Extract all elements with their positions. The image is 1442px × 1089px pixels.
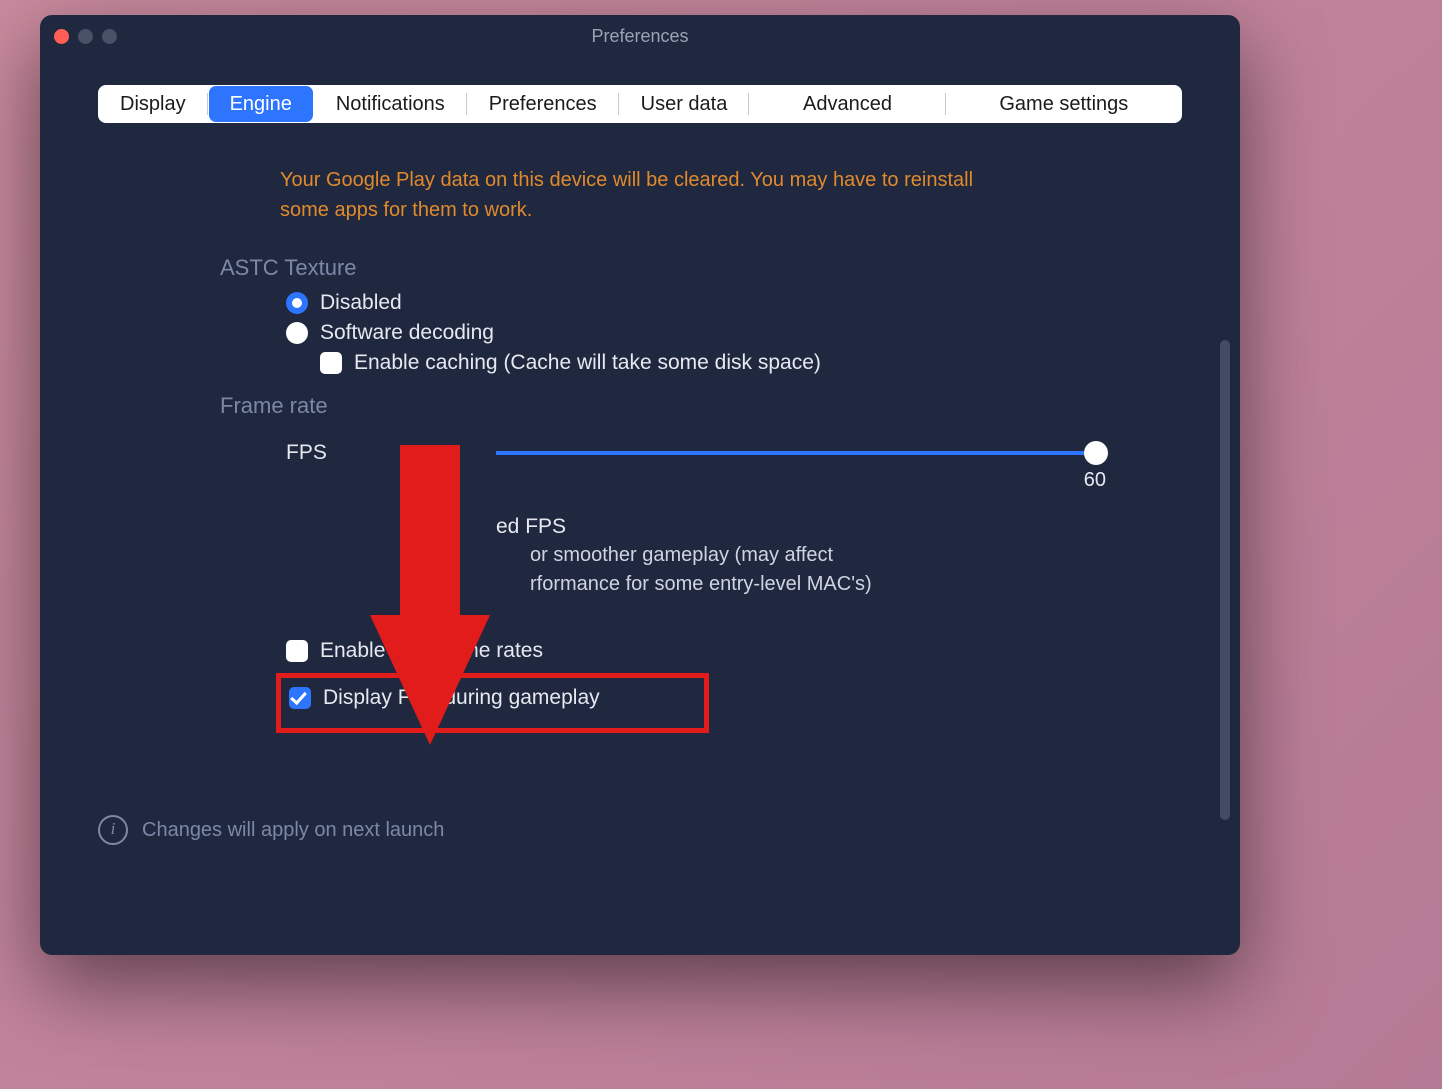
fps-value: 60 — [1084, 469, 1106, 492]
slider-thumb[interactable] — [1084, 441, 1108, 465]
checkbox-high-frames[interactable] — [286, 640, 308, 662]
vsync-block: ed FPS or smoother gameplay (may affect … — [286, 515, 1182, 599]
tab-preferences[interactable]: Preferences — [467, 85, 619, 123]
footer-text: Changes will apply on next launch — [142, 819, 444, 842]
window-title: Preferences — [40, 26, 1240, 47]
fps-row: FPS 60 — [286, 439, 1182, 465]
checkbox-vsync-row[interactable]: ed FPS — [286, 515, 1182, 539]
scrollbar[interactable] — [1220, 340, 1230, 820]
radio-astc-disabled-label: Disabled — [320, 291, 402, 315]
checkbox-display-fps-label: Display FPS during gameplay — [323, 686, 600, 710]
tab-engine[interactable]: Engine — [210, 87, 312, 121]
radio-astc-software-label: Software decoding — [320, 321, 494, 345]
footer: i Changes will apply on next launch — [98, 815, 444, 845]
minimize-icon[interactable] — [78, 29, 93, 44]
vsync-sub1: or smoother gameplay (may affect — [530, 541, 1090, 570]
warning-text: Your Google Play data on this device wil… — [280, 165, 1010, 225]
vsync-sub2: rformance for some entry-level MAC's) — [530, 570, 1090, 599]
titlebar: Preferences — [40, 15, 1240, 57]
checkbox-high-frames-row[interactable]: Enable high frame rates — [286, 639, 1182, 663]
fps-slider[interactable]: 60 — [496, 439, 1096, 455]
tab-game-settings[interactable]: Game settings — [946, 85, 1182, 123]
highlight-box: Display FPS during gameplay — [276, 673, 709, 733]
section-astc: ASTC Texture — [220, 255, 1182, 281]
vsync-title: ed FPS — [496, 515, 566, 539]
tab-bar: Display Engine Notifications Preferences… — [98, 85, 1182, 123]
tab-advanced[interactable]: Advanced — [749, 85, 945, 123]
radio-astc-software-row[interactable]: Software decoding — [286, 321, 1182, 345]
radio-astc-disabled-row[interactable]: Disabled — [286, 291, 1182, 315]
tab-user-data[interactable]: User data — [619, 85, 750, 123]
radio-astc-disabled[interactable] — [286, 292, 308, 314]
info-icon: i — [98, 815, 128, 845]
checkbox-caching-row[interactable]: Enable caching (Cache will take some dis… — [320, 351, 1182, 375]
tab-display[interactable]: Display — [98, 85, 208, 123]
checkbox-display-fps-row[interactable]: Display FPS during gameplay — [289, 686, 684, 710]
slider-track — [496, 451, 1096, 455]
fps-label: FPS — [286, 439, 456, 465]
window-controls — [54, 29, 117, 44]
zoom-icon[interactable] — [102, 29, 117, 44]
checkbox-display-fps[interactable] — [289, 687, 311, 709]
tab-notifications[interactable]: Notifications — [314, 85, 467, 123]
checkbox-caching-label: Enable caching (Cache will take some dis… — [354, 351, 821, 375]
checkbox-high-frames-label: Enable high frame rates — [320, 639, 543, 663]
section-frame-rate: Frame rate — [220, 393, 1182, 419]
checkbox-caching[interactable] — [320, 352, 342, 374]
preferences-window: Preferences Display Engine Notifications… — [40, 15, 1240, 955]
close-icon[interactable] — [54, 29, 69, 44]
radio-astc-software[interactable] — [286, 322, 308, 344]
